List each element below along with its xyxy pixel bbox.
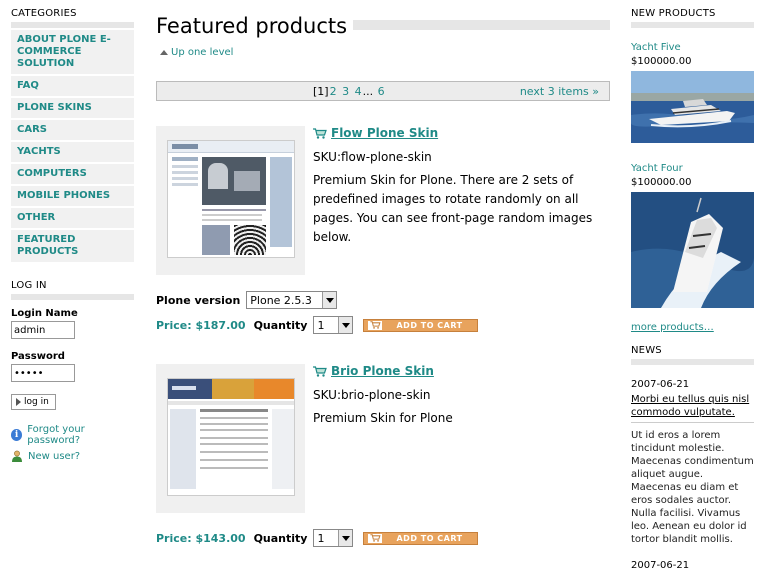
user-icon bbox=[12, 450, 22, 462]
pager-pages: [1]2 3 4... 6 bbox=[313, 85, 386, 98]
quantity-select[interactable]: 1 bbox=[313, 529, 354, 547]
pager-current: [1] bbox=[313, 85, 329, 98]
category-about[interactable]: ABOUT PLONE E-COMMERCE SOLUTION bbox=[11, 30, 134, 74]
pager-ellipsis: ... bbox=[362, 85, 374, 98]
news-divider bbox=[631, 422, 754, 423]
pager-page-2[interactable]: 2 bbox=[330, 85, 337, 98]
news-date: 2007-06-21 bbox=[631, 379, 690, 390]
cart-icon bbox=[368, 533, 383, 543]
new-user-link[interactable]: New user? bbox=[11, 450, 134, 462]
new-product-price: $100000.00 bbox=[631, 56, 692, 67]
dropdown-arrow-icon bbox=[338, 530, 353, 546]
forgot-password-text[interactable]: Forgot your password? bbox=[27, 424, 134, 446]
category-faq[interactable]: FAQ bbox=[11, 76, 134, 96]
pager: [1]2 3 4... 6 next 3 items » bbox=[156, 81, 610, 101]
up-arrow-icon bbox=[160, 50, 168, 55]
plone-version-label: Plone version bbox=[156, 293, 241, 307]
category-cars[interactable]: CARS bbox=[11, 120, 134, 140]
login-header: LOG IN bbox=[11, 272, 134, 300]
login-name-input[interactable] bbox=[11, 321, 75, 339]
cart-icon bbox=[368, 320, 383, 330]
pager-page-3[interactable]: 3 bbox=[342, 85, 349, 98]
categories-list: ABOUT PLONE E-COMMERCE SOLUTION FAQ PLON… bbox=[11, 30, 134, 262]
plone-version-select[interactable]: Plone 2.5.3 bbox=[246, 291, 338, 309]
new-products-header: NEW PRODUCTS bbox=[631, 0, 754, 28]
product-thumbnail[interactable] bbox=[156, 126, 305, 275]
product-name-link[interactable]: Brio Plone Skin bbox=[313, 364, 434, 378]
new-product-item: Yacht Five $100000.00 bbox=[631, 40, 754, 143]
password-input[interactable] bbox=[11, 364, 75, 382]
play-arrow-icon bbox=[16, 398, 21, 406]
quantity-value: 1 bbox=[317, 318, 325, 332]
product-name-text: Flow Plone Skin bbox=[331, 126, 439, 140]
price-row-brio: Price: $143.00 Quantity 1 ADD TO CART bbox=[156, 529, 478, 547]
news-header: NEWS bbox=[631, 333, 754, 365]
more-products-row: more products… bbox=[631, 320, 754, 333]
forgot-password-link[interactable]: i Forgot your password? bbox=[11, 424, 134, 446]
product-name-link[interactable]: Flow Plone Skin bbox=[313, 126, 438, 140]
product-brio-plone-skin: Brio Plone Skin SKU:brio-plone-skin Prem… bbox=[156, 364, 610, 524]
category-computers[interactable]: COMPUTERS bbox=[11, 164, 134, 184]
dropdown-arrow-icon bbox=[322, 292, 337, 308]
page-title: Featured products bbox=[156, 14, 354, 38]
yacht-four-image[interactable] bbox=[631, 192, 754, 308]
product-description: Premium Skin for Plone. There are 2 sets… bbox=[313, 173, 593, 244]
product-sku: SKU:flow-plone-skin bbox=[313, 150, 432, 164]
new-user-text[interactable]: New user? bbox=[28, 451, 80, 462]
add-to-cart-label: ADD TO CART bbox=[396, 320, 463, 330]
password-label: Password bbox=[11, 351, 65, 362]
category-other[interactable]: OTHER bbox=[11, 208, 134, 228]
flow-skin-screenshot bbox=[166, 140, 295, 258]
news-body: Ut id eros a lorem tincidunt molestie. M… bbox=[631, 430, 754, 545]
title-row: Featured products bbox=[156, 0, 610, 44]
cart-icon bbox=[313, 127, 327, 139]
add-to-cart-button[interactable]: ADD TO CART bbox=[363, 531, 478, 545]
new-product-price: $100000.00 bbox=[631, 177, 692, 188]
new-product-item: Yacht Four $100000.00 bbox=[631, 161, 754, 308]
category-mobile-phones[interactable]: MOBILE PHONES bbox=[11, 186, 134, 206]
more-products-link[interactable]: more products… bbox=[631, 322, 714, 333]
login-button-label: log in bbox=[24, 397, 49, 407]
main-content: Featured products Up one level [1]2 3 4.… bbox=[156, 0, 610, 547]
news-date: 2007-06-21 bbox=[631, 560, 690, 571]
new-product-name[interactable]: Yacht Four bbox=[631, 163, 683, 174]
pager-next-link[interactable]: next 3 items » bbox=[520, 85, 599, 98]
price-row-flow: Price: $187.00 Quantity 1 ADD TO CART bbox=[156, 316, 478, 334]
categories-header: CATEGORIES bbox=[11, 0, 134, 28]
news-title-link[interactable]: Morbi eu tellus quis nisl commodo vulput… bbox=[631, 393, 754, 419]
plone-version-row: Plone version Plone 2.5.3 bbox=[156, 291, 338, 309]
new-product-name[interactable]: Yacht Five bbox=[631, 42, 681, 53]
cart-icon bbox=[313, 365, 327, 377]
quantity-label: Quantity bbox=[253, 318, 308, 332]
dropdown-arrow-icon bbox=[338, 317, 353, 333]
yacht-five-image[interactable] bbox=[631, 71, 754, 143]
category-plone-skins[interactable]: PLONE SKINS bbox=[11, 98, 134, 118]
login-name-label: Login Name bbox=[11, 308, 78, 319]
add-to-cart-button[interactable]: ADD TO CART bbox=[363, 318, 478, 332]
product-price: Price: $187.00 bbox=[156, 318, 246, 332]
brio-skin-screenshot bbox=[166, 378, 295, 496]
quantity-label: Quantity bbox=[253, 531, 308, 545]
product-sku: SKU:brio-plone-skin bbox=[313, 388, 431, 402]
category-featured-products[interactable]: FEATURED PRODUCTS bbox=[11, 230, 134, 262]
product-name-text: Brio Plone Skin bbox=[331, 364, 434, 378]
category-yachts[interactable]: YACHTS bbox=[11, 142, 134, 162]
product-thumbnail[interactable] bbox=[156, 364, 305, 513]
pager-page-4[interactable]: 4 bbox=[355, 85, 362, 98]
add-to-cart-label: ADD TO CART bbox=[396, 533, 463, 543]
pager-page-last[interactable]: 6 bbox=[378, 85, 385, 98]
left-column: CATEGORIES ABOUT PLONE E-COMMERCE SOLUTI… bbox=[11, 0, 134, 462]
product-price: Price: $143.00 bbox=[156, 531, 246, 545]
quantity-value: 1 bbox=[317, 531, 325, 545]
login-button[interactable]: log in bbox=[11, 394, 56, 410]
up-one-level-text: Up one level bbox=[171, 47, 234, 58]
info-icon: i bbox=[11, 429, 23, 441]
quantity-select[interactable]: 1 bbox=[313, 316, 354, 334]
up-one-level-link[interactable]: Up one level bbox=[160, 47, 233, 58]
plone-version-value: Plone 2.5.3 bbox=[250, 293, 312, 307]
right-column: NEW PRODUCTS Yacht Five $100000.00 Yacht… bbox=[631, 0, 754, 571]
product-description: Premium Skin for Plone bbox=[313, 411, 453, 425]
